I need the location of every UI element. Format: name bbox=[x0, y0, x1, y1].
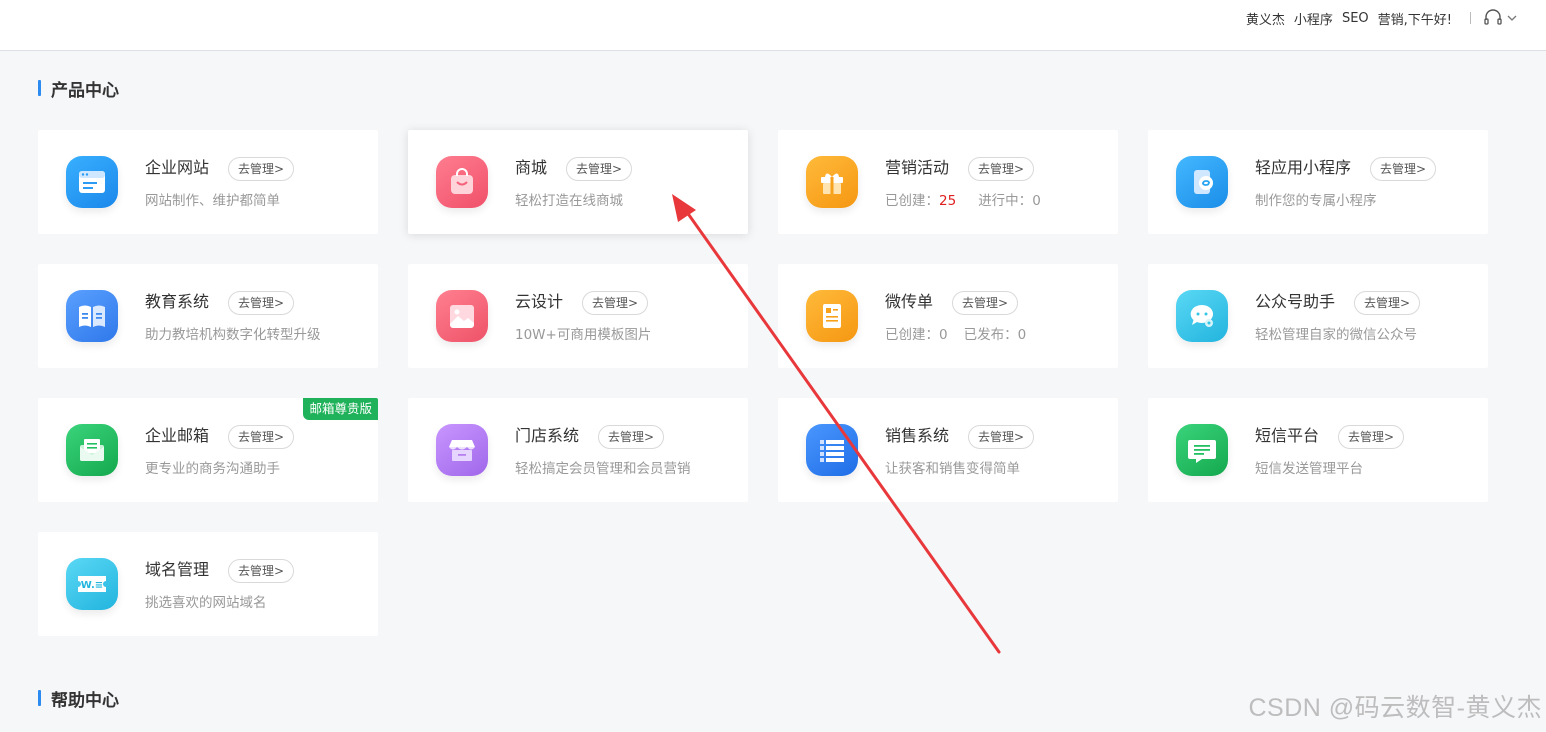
card-email[interactable]: 企业邮箱 去管理> 更专业的商务沟通助手 邮箱尊贵版 bbox=[38, 398, 378, 502]
card-micro-flyer[interactable]: 微传单 去管理> 已创建：0 已发布：0 bbox=[778, 264, 1118, 368]
message-icon bbox=[1176, 424, 1228, 476]
card-name: 云设计 bbox=[515, 292, 564, 311]
card-desc: 10W+可商用模板图片 bbox=[515, 327, 652, 343]
manage-button[interactable]: 去管理> bbox=[228, 559, 295, 583]
section-marker bbox=[38, 690, 41, 706]
card-sms[interactable]: 短信平台 去管理> 短信发送管理平台 bbox=[1148, 398, 1488, 502]
card-domain[interactable]: W.≡ 域名管理 去管理> 挑选喜欢的网站域名 bbox=[38, 532, 378, 636]
svg-text:W.≡: W.≡ bbox=[81, 580, 103, 591]
manage-button[interactable]: 去管理> bbox=[582, 291, 649, 315]
card-sales[interactable]: 销售系统 去管理> 让获客和销售变得简单 bbox=[778, 398, 1118, 502]
published-count: 0 bbox=[1017, 327, 1027, 343]
website-icon bbox=[66, 156, 118, 208]
shopping-bag-icon bbox=[436, 156, 488, 208]
card-name: 教育系统 bbox=[145, 292, 210, 311]
watermark: CSDN @码云数智-黄义杰 bbox=[1248, 694, 1542, 722]
card-desc: 轻松管理自家的微信公众号 bbox=[1255, 327, 1417, 343]
section-title: 帮助中心 bbox=[51, 690, 119, 711]
card-desc: 网站制作、维护都简单 bbox=[145, 193, 280, 209]
wechat-icon bbox=[1176, 290, 1228, 342]
section-marker bbox=[38, 80, 41, 96]
domain-icon: W.≡ bbox=[66, 558, 118, 610]
card-wechat-assistant[interactable]: 公众号助手 去管理> 轻松管理自家的微信公众号 bbox=[1148, 264, 1488, 368]
chevron-down-icon bbox=[1507, 15, 1517, 21]
card-desc: 制作您的专属小程序 bbox=[1255, 193, 1377, 209]
created-count: 0 bbox=[939, 327, 948, 343]
created-label: 已创建： bbox=[885, 327, 939, 343]
running-label: 进行中： bbox=[978, 193, 1033, 209]
help-center-heading: 帮助中心 bbox=[38, 688, 119, 711]
manage-button[interactable]: 去管理> bbox=[952, 291, 1019, 315]
mini-program-link[interactable]: 小程序 bbox=[1294, 9, 1333, 28]
card-mall[interactable]: 商城 去管理> 轻松打造在线商城 bbox=[408, 130, 748, 234]
card-store[interactable]: 门店系统 去管理> 轻松搞定会员管理和会员营销 bbox=[408, 398, 748, 502]
mini-program-icon bbox=[1176, 156, 1228, 208]
manage-button[interactable]: 去管理> bbox=[228, 291, 295, 315]
published-label: 已发布： bbox=[963, 327, 1018, 343]
manage-button[interactable]: 去管理> bbox=[968, 157, 1035, 181]
gift-icon bbox=[806, 156, 858, 208]
created-label: 已创建： bbox=[885, 193, 939, 209]
product-center-heading: 产品中心 bbox=[38, 78, 119, 101]
card-name: 域名管理 bbox=[145, 560, 210, 579]
manage-button[interactable]: 去管理> bbox=[1354, 291, 1421, 315]
flyer-icon bbox=[806, 290, 858, 342]
card-desc: 更专业的商务沟通助手 bbox=[145, 461, 280, 477]
card-name: 商城 bbox=[515, 158, 548, 177]
user-name[interactable]: 黄义杰 bbox=[1246, 9, 1285, 28]
card-cloud-design[interactable]: 云设计 去管理> 10W+可商用模板图片 bbox=[408, 264, 748, 368]
card-stats: 已创建：0 已发布：0 bbox=[885, 326, 1026, 344]
card-website[interactable]: 企业网站 去管理> 网站制作、维护都简单 bbox=[38, 130, 378, 234]
card-name: 企业网站 bbox=[145, 158, 210, 177]
top-bar: 黄义杰 小程序 SEO 营销,下午好! bbox=[0, 0, 1546, 51]
running-count: 0 bbox=[1032, 193, 1041, 209]
mail-icon bbox=[66, 424, 118, 476]
manage-button[interactable]: 去管理> bbox=[598, 425, 665, 449]
card-light-app[interactable]: 轻应用小程序 去管理> 制作您的专属小程序 bbox=[1148, 130, 1488, 234]
created-count: 25 bbox=[939, 193, 957, 209]
manage-button[interactable]: 去管理> bbox=[228, 157, 295, 181]
card-desc: 让获客和销售变得简单 bbox=[885, 461, 1020, 477]
manage-button[interactable]: 去管理> bbox=[1370, 157, 1437, 181]
card-desc: 助力教培机构数字化转型升级 bbox=[145, 327, 321, 343]
manage-button[interactable]: 去管理> bbox=[566, 157, 633, 181]
manage-button[interactable]: 去管理> bbox=[228, 425, 295, 449]
seo-link[interactable]: SEO bbox=[1342, 11, 1369, 26]
card-name: 门店系统 bbox=[515, 426, 580, 445]
store-icon bbox=[436, 424, 488, 476]
card-desc: 挑选喜欢的网站域名 bbox=[145, 595, 267, 611]
greeting-text: 营销,下午好! bbox=[1377, 12, 1452, 28]
card-name: 短信平台 bbox=[1255, 426, 1320, 445]
card-desc: 轻松打造在线商城 bbox=[515, 193, 623, 209]
premium-badge: 邮箱尊贵版 bbox=[303, 398, 378, 420]
book-icon bbox=[66, 290, 118, 342]
card-desc: 短信发送管理平台 bbox=[1255, 461, 1363, 477]
card-name: 企业邮箱 bbox=[145, 426, 210, 445]
list-icon bbox=[806, 424, 858, 476]
card-name: 微传单 bbox=[885, 292, 934, 311]
card-stats: 已创建：25 进行中：0 bbox=[885, 192, 1041, 210]
section-title: 产品中心 bbox=[51, 80, 119, 101]
topbar-user-area: 黄义杰 小程序 SEO 营销,下午好! bbox=[1246, 8, 1518, 28]
card-education[interactable]: 教育系统 去管理> 助力教培机构数字化转型升级 bbox=[38, 264, 378, 368]
image-icon bbox=[436, 290, 488, 342]
card-name: 轻应用小程序 bbox=[1255, 158, 1352, 177]
card-name: 公众号助手 bbox=[1255, 292, 1336, 311]
support-dropdown[interactable] bbox=[1483, 9, 1518, 27]
headset-icon bbox=[1484, 9, 1502, 25]
card-name: 销售系统 bbox=[885, 426, 950, 445]
manage-button[interactable]: 去管理> bbox=[1338, 425, 1405, 449]
card-marketing[interactable]: 营销活动 去管理> 已创建：25 进行中：0 bbox=[778, 130, 1118, 234]
manage-button[interactable]: 去管理> bbox=[968, 425, 1035, 449]
topbar-divider bbox=[1470, 12, 1471, 24]
card-name: 营销活动 bbox=[885, 158, 950, 177]
card-desc: 轻松搞定会员管理和会员营销 bbox=[515, 461, 691, 477]
